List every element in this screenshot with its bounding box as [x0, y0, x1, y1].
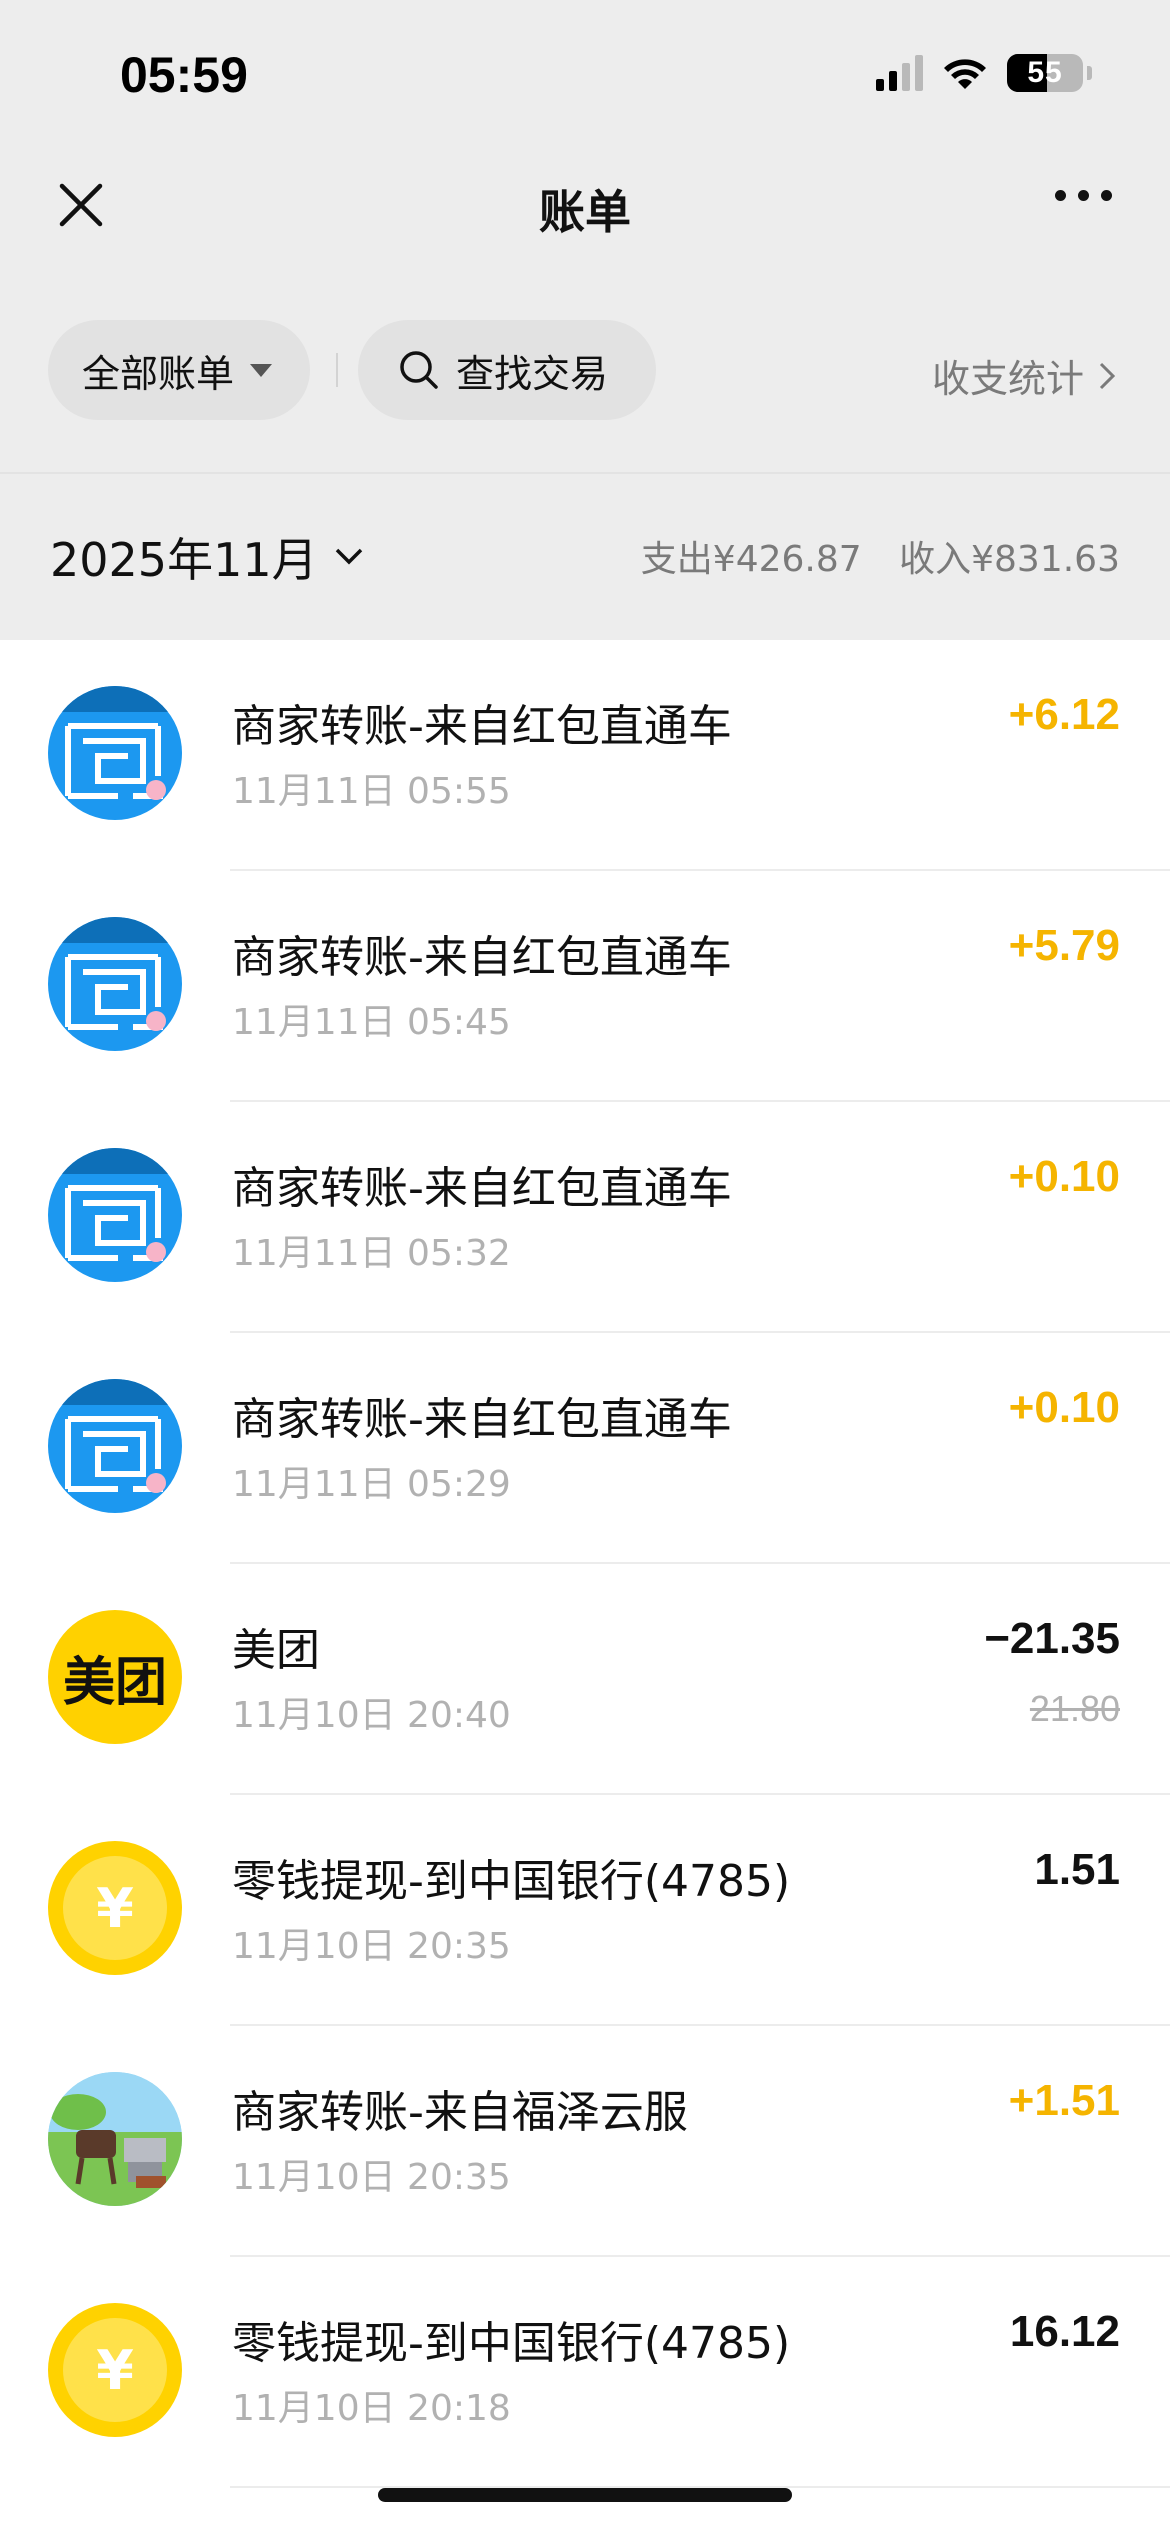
transaction-title: 商家转账-来自红包直通车 — [232, 932, 732, 983]
transaction-title: 美团 — [232, 1625, 320, 1676]
transaction-time: 11月11日 05:29 — [232, 1464, 511, 1505]
maze-avatar — [48, 1148, 182, 1282]
transaction-amount: +5.79 — [1008, 921, 1120, 970]
status-bar: 05:59 55 — [0, 0, 1170, 150]
coin-icon: ¥ — [48, 1841, 182, 1975]
maze-avatar — [48, 917, 182, 1051]
page-title: 账单 — [539, 185, 631, 239]
month-label: 2025年11月 — [50, 533, 318, 587]
transaction-list: 商家转账-来自红包直通车 11月11日 05:55 +6.12 商家转账-来自红… — [0, 640, 1170, 2488]
transaction-row[interactable]: 商家转账-来自红包直通车 11月11日 05:45 +5.79 — [0, 871, 1170, 1102]
meituan-logo: 美团 — [48, 1610, 182, 1744]
month-expense: 支出¥426.87 — [640, 539, 862, 580]
wifi-icon — [944, 59, 986, 89]
transaction-amount: +6.12 — [1008, 690, 1120, 739]
transaction-amount: +0.10 — [1008, 1383, 1120, 1432]
transaction-title: 商家转账-来自红包直通车 — [232, 1394, 732, 1445]
month-bar: 2025年11月 支出¥426.87 收入¥831.63 — [0, 472, 1170, 640]
transaction-amount: 16.12 — [1009, 2307, 1120, 2356]
transaction-row[interactable]: ¥ 零钱提现-到中国银行(4785) 11月10日 20:35 1.51 — [0, 1795, 1170, 2026]
original-amount: 21.80 — [1029, 1688, 1120, 1729]
chevron-down-icon — [335, 548, 362, 565]
transaction-amount: +0.10 — [1008, 1152, 1120, 1201]
yen-symbol: ¥ — [63, 2318, 167, 2422]
transaction-row[interactable]: 商家转账-来自红包直通车 11月11日 05:55 +6.12 — [0, 640, 1170, 871]
chevron-right-icon — [1099, 362, 1116, 389]
transaction-amount: +1.51 — [1008, 2076, 1120, 2125]
transaction-time: 11月10日 20:18 — [232, 2388, 511, 2429]
transaction-title: 零钱提现-到中国银行(4785) — [232, 2318, 791, 2369]
bbq-avatar — [48, 2072, 182, 2206]
transaction-time: 11月10日 20:35 — [232, 1926, 511, 1967]
all-bills-label: 全部账单 — [82, 351, 235, 396]
search-transactions-button[interactable]: 查找交易 — [358, 320, 656, 420]
transaction-row[interactable]: 商家转账-来自福泽云服 11月10日 20:35 +1.51 — [0, 2026, 1170, 2257]
transaction-row[interactable]: 商家转账-来自红包直通车 11月11日 05:29 +0.10 — [0, 1333, 1170, 1564]
yen-symbol: ¥ — [63, 1856, 167, 1960]
transaction-row[interactable]: 美团 美团 11月10日 20:40 −21.35 21.80 — [0, 1564, 1170, 1795]
stats-label: 收支统计 — [931, 357, 1084, 401]
transaction-time: 11月11日 05:45 — [232, 1002, 511, 1043]
all-bills-filter-button[interactable]: 全部账单 — [48, 320, 310, 420]
month-selector[interactable]: 2025年11月 — [50, 524, 364, 590]
home-indicator — [378, 2488, 792, 2502]
status-icons: 55 — [876, 54, 1092, 92]
transaction-title: 商家转账-来自红包直通车 — [232, 1163, 732, 1214]
more-icon[interactable] — [1055, 190, 1112, 201]
transaction-time: 11月10日 20:35 — [232, 2157, 511, 2198]
filter-row: 全部账单 查找交易 收支统计 — [0, 260, 1170, 472]
battery-level: 55 — [1027, 56, 1063, 89]
transaction-row[interactable]: ¥ 零钱提现-到中国银行(4785) 11月10日 20:18 16.12 — [0, 2257, 1170, 2488]
transaction-amount: 1.51 — [1034, 1845, 1120, 1894]
caret-down-icon — [250, 363, 273, 377]
cellular-signal-icon — [876, 55, 923, 91]
status-time: 05:59 — [120, 47, 248, 103]
search-label: 查找交易 — [456, 351, 609, 396]
search-icon — [400, 351, 438, 389]
transaction-time: 11月11日 05:55 — [232, 771, 511, 812]
month-summary: 支出¥426.87 收入¥831.63 — [641, 530, 1120, 582]
meituan-logo-text: 美团 — [62, 1652, 167, 1713]
transaction-title: 零钱提现-到中国银行(4785) — [232, 1856, 791, 1907]
transaction-row[interactable]: 商家转账-来自红包直通车 11月11日 05:32 +0.10 — [0, 1102, 1170, 1333]
transaction-title: 商家转账-来自福泽云服 — [232, 2087, 688, 2138]
battery-icon: 55 — [1007, 54, 1083, 92]
battery-cap — [1087, 66, 1092, 80]
transaction-title: 商家转账-来自红包直通车 — [232, 701, 732, 752]
coin-icon: ¥ — [48, 2303, 182, 2437]
transaction-amount: −21.35 — [984, 1614, 1120, 1663]
maze-avatar — [48, 686, 182, 820]
stats-link[interactable]: 收支统计 — [932, 348, 1116, 403]
month-income: 收入¥831.63 — [899, 539, 1120, 580]
divider — [336, 353, 338, 387]
transaction-time: 11月11日 05:32 — [232, 1233, 511, 1274]
nav-bar: 账单 — [0, 150, 1170, 260]
transaction-time: 11月10日 20:40 — [232, 1695, 511, 1736]
maze-avatar — [48, 1379, 182, 1513]
